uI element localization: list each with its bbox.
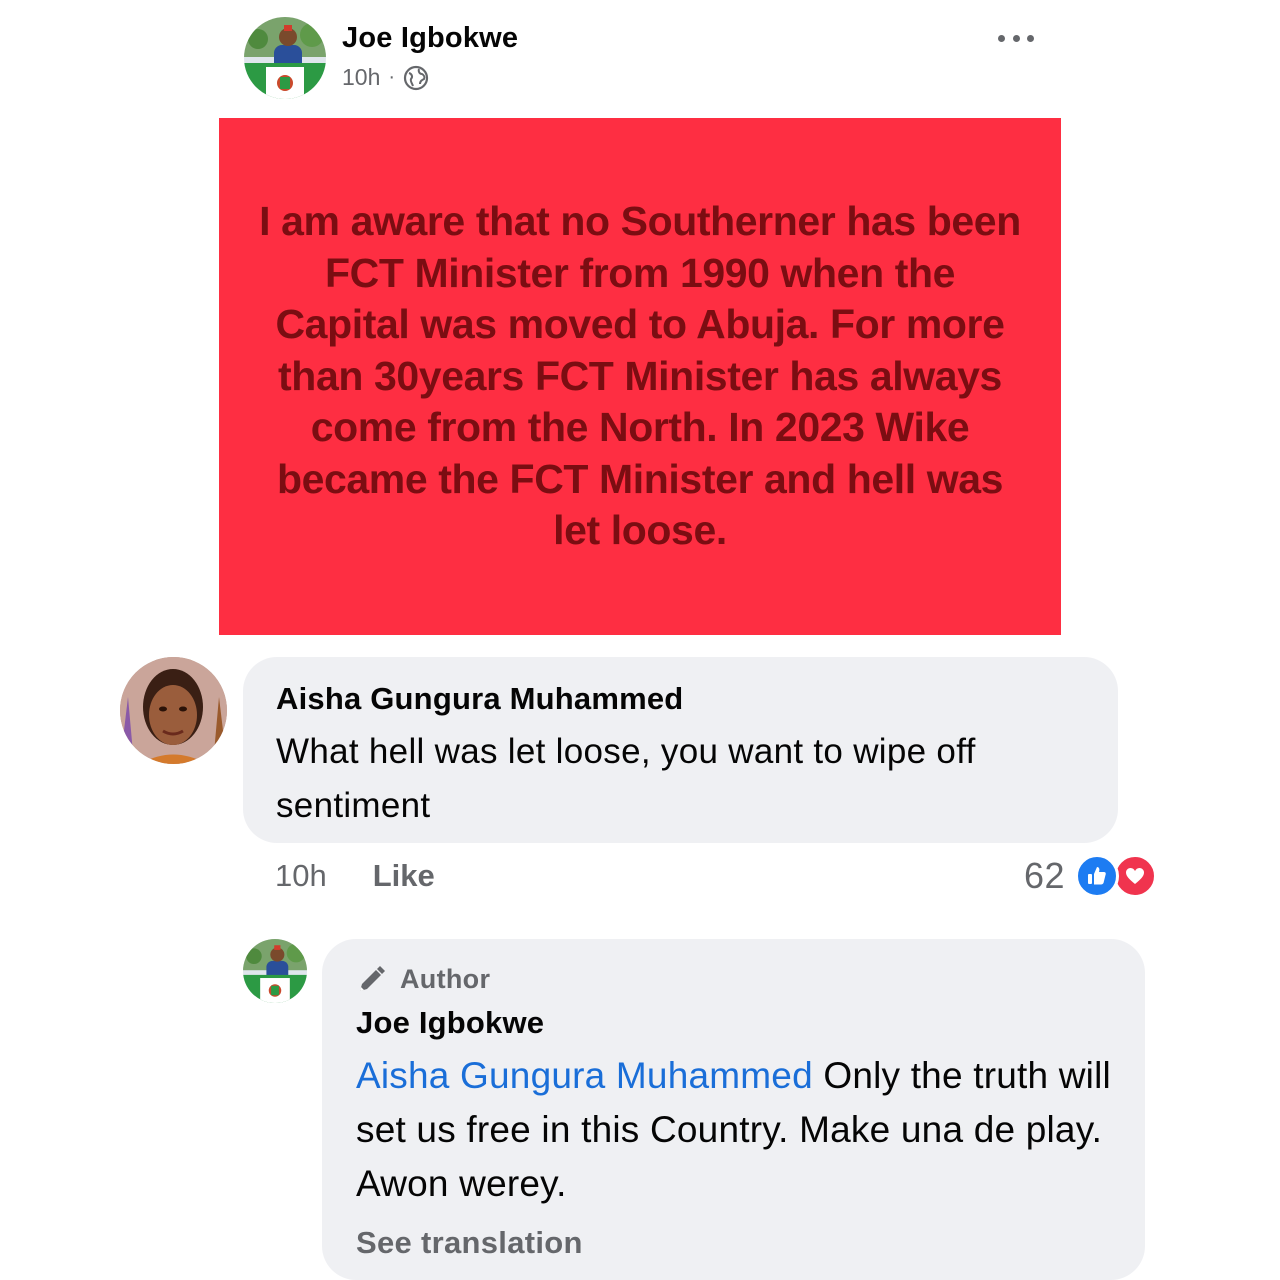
author-badge-label: Author <box>400 963 491 994</box>
commenter-name[interactable]: Aisha Gungura Muhammed <box>276 681 1086 717</box>
reaction-count[interactable]: 62 <box>1024 855 1065 897</box>
like-button[interactable]: Like <box>373 858 435 894</box>
like-reaction-icon <box>1075 854 1120 898</box>
comment-actions: 10h Like <box>275 858 435 894</box>
reply-text: Aisha Gungura Muhammed Only the truth wi… <box>356 1049 1115 1211</box>
post-text: I am aware that no Southerner has been F… <box>259 198 1021 554</box>
more-options-icon[interactable] <box>996 24 1036 52</box>
post-author-avatar[interactable] <box>244 17 326 99</box>
love-reaction-icon <box>1113 854 1158 898</box>
author-badge: Author <box>356 963 1115 995</box>
pencil-icon <box>356 963 388 995</box>
post-author-name[interactable]: Joe Igbokwe <box>342 22 518 55</box>
post-text-card: I am aware that no Southerner has been F… <box>219 118 1061 635</box>
reply-bubble: Author Joe Igbokwe Aisha Gungura Muhamme… <box>322 939 1145 1280</box>
comment-bubble: Aisha Gungura Muhammed What hell was let… <box>243 657 1118 843</box>
commenter-avatar[interactable] <box>120 657 227 764</box>
comment-reactions[interactable]: 62 <box>1024 852 1163 900</box>
see-translation-link[interactable]: See translation <box>356 1225 1115 1261</box>
reply-author-avatar[interactable] <box>243 939 307 1003</box>
comment-time[interactable]: 10h <box>275 858 327 894</box>
post-time[interactable]: 10h <box>342 64 380 91</box>
comment-text: What hell was let loose, you want to wip… <box>276 732 976 825</box>
reaction-icons[interactable] <box>1075 852 1163 900</box>
meta-separator: · <box>388 66 396 88</box>
reply-author-name[interactable]: Joe Igbokwe <box>356 1005 1115 1041</box>
post-meta: 10h · <box>342 64 429 91</box>
globe-icon <box>403 65 429 91</box>
mention-link[interactable]: Aisha Gungura Muhammed <box>356 1055 813 1096</box>
